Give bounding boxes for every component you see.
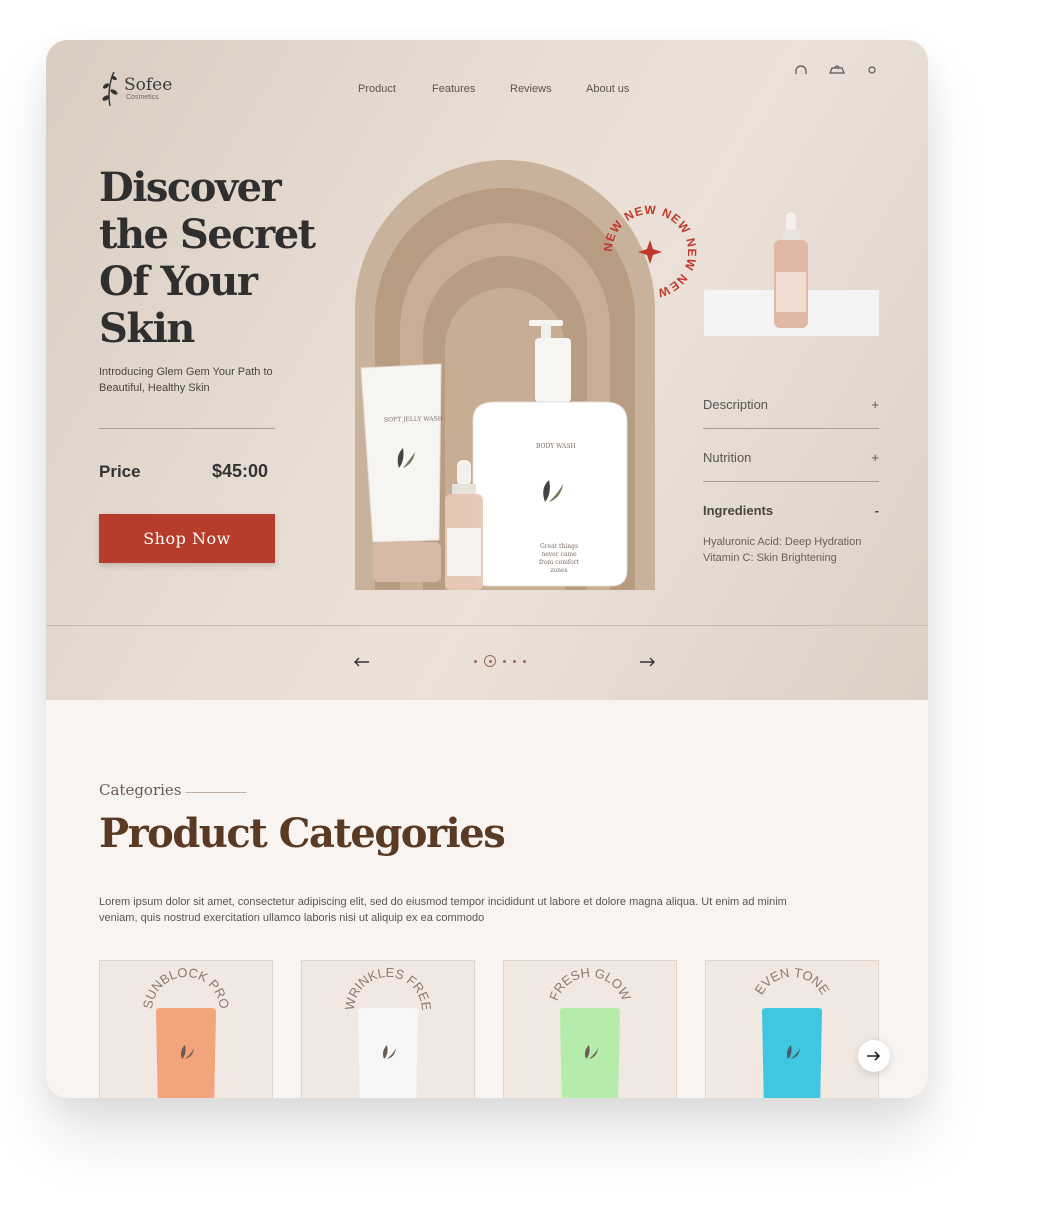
price-value: $45:00: [212, 461, 269, 481]
category-card-wrinkles[interactable]: WRINKLES FREE: [301, 960, 475, 1098]
nav-icons: [794, 64, 878, 76]
divider: [99, 428, 275, 429]
price-label: Price: [99, 462, 141, 481]
wrinkles-tube-image: WRINKLES FREE: [342, 965, 435, 1098]
user-icon[interactable]: [866, 64, 878, 76]
category-name: WRINKLES FREE: [342, 965, 435, 1012]
categories-next-button[interactable]: [858, 1040, 890, 1072]
even-tone-tube-image: EVEN TONE: [752, 965, 833, 1098]
carousel-dot[interactable]: [523, 659, 526, 663]
accordion-label: Description: [703, 396, 769, 412]
bottle-copy: Great things never came from comfort zon…: [538, 543, 580, 574]
accordion-ingredients[interactable]: Ingredients - Hyaluronic Acid: Deep Hydra…: [703, 500, 879, 566]
minus-icon[interactable]: -: [875, 503, 879, 518]
serum-thumbnail-image[interactable]: [766, 210, 816, 332]
new-badge: NEW NEW NEW NEW NEW: [601, 203, 698, 300]
carousel-dots: [474, 655, 526, 667]
page-card: Sofee Cosmetics Product Features Reviews…: [46, 40, 928, 1098]
carousel-dot[interactable]: [503, 659, 506, 663]
nav-item-product[interactable]: Product: [358, 83, 432, 95]
plus-icon[interactable]: +: [871, 450, 879, 465]
category-card-sunblock[interactable]: SUNBLOCK PRO: [99, 960, 273, 1098]
nav-item-about[interactable]: About us: [586, 83, 629, 95]
accordion-label: Ingredients: [703, 502, 774, 518]
arrow-right-icon: [867, 1051, 881, 1061]
sunblock-tube-image: SUNBLOCK PRO: [140, 965, 232, 1098]
accordion-nutrition[interactable]: Nutrition +: [703, 447, 879, 482]
nav-item-reviews[interactable]: Reviews: [510, 83, 586, 95]
bottle-label: BODY WASH: [536, 443, 576, 450]
categories-description: Lorem ipsum dolor sit amet, consectetur …: [99, 896, 787, 924]
hero-section: Sofee Cosmetics Product Features Reviews…: [46, 40, 928, 700]
ingredient-item: Hyaluronic Acid: Deep Hydration: [703, 536, 862, 548]
carousel-dot[interactable]: [513, 659, 516, 663]
logo[interactable]: Sofee Cosmetics: [100, 68, 172, 108]
tube-label: SOFT JELLY WASH: [383, 415, 443, 424]
accordion-label: Nutrition: [703, 449, 752, 465]
divider: [46, 625, 928, 626]
cart-icon[interactable]: [828, 64, 846, 76]
category-card-even-tone[interactable]: EVEN TONE: [705, 960, 879, 1098]
divider: [703, 428, 879, 429]
nav-item-features[interactable]: Features: [432, 83, 510, 95]
main-nav: Product Features Reviews About us: [358, 83, 629, 95]
shop-now-button[interactable]: Shop Now: [99, 514, 275, 563]
svg-text:WRINKLES FREE: WRINKLES FREE: [342, 965, 435, 1012]
divider: [186, 792, 246, 793]
plus-icon[interactable]: +: [871, 397, 879, 412]
svg-text:FRESH GLOW: FRESH GLOW: [546, 965, 634, 1004]
accordion-description[interactable]: Description +: [703, 394, 879, 429]
carousel-dot-active[interactable]: [484, 655, 496, 667]
category-name: EVEN TONE: [752, 965, 833, 997]
category-name: FRESH GLOW: [546, 965, 634, 1004]
carousel-dot[interactable]: [474, 659, 477, 663]
divider: [703, 481, 879, 482]
headphones-icon[interactable]: [794, 64, 808, 76]
brand-tagline: Cosmetics: [126, 93, 159, 101]
arrow-right-icon[interactable]: [638, 654, 658, 670]
categories-eyebrow: Categories: [99, 781, 182, 799]
categories-title: Product Categories: [99, 810, 506, 857]
ingredients-detail: Hyaluronic Acid: Deep Hydration Vitamin …: [703, 534, 879, 566]
ingredient-item: Vitamin C: Skin Brightening: [703, 552, 837, 564]
svg-text:SUNBLOCK PRO: SUNBLOCK PRO: [140, 965, 232, 1010]
category-card-fresh-glow[interactable]: FRESH GLOW: [503, 960, 677, 1098]
leaf-logo-icon: [102, 71, 118, 107]
hero-subtitle: Introducing Glem Gem Your Path to Beauti…: [99, 366, 273, 394]
brand-name: Sofee: [124, 74, 173, 95]
fresh-glow-tube-image: FRESH GLOW: [546, 965, 634, 1098]
category-name: SUNBLOCK PRO: [140, 965, 232, 1010]
hero-title: Discover the Secret Of Your Skin: [99, 164, 316, 352]
arrow-left-icon[interactable]: [351, 654, 371, 670]
svg-text:EVEN TONE: EVEN TONE: [752, 965, 833, 997]
